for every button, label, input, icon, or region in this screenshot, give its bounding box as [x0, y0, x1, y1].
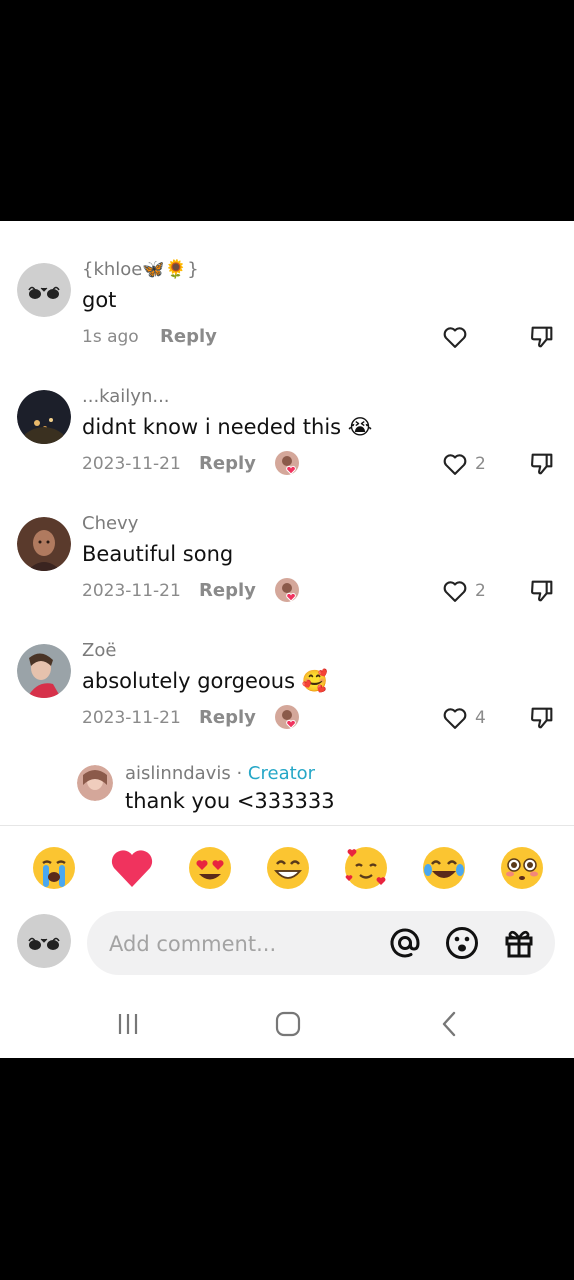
reply-button[interactable]: Reply — [199, 707, 256, 728]
heart-outline-icon — [443, 708, 467, 729]
emoji-heart-eyes-button[interactable] — [187, 845, 233, 891]
emoji-crying-button[interactable] — [31, 845, 77, 891]
comment-date: 1s ago — [82, 327, 139, 347]
comment-date: 2023-11-21 — [82, 708, 181, 728]
avatar[interactable] — [17, 644, 71, 698]
comment-username[interactable]: Chevy — [82, 513, 138, 534]
my-avatar[interactable] — [17, 914, 71, 968]
like-button[interactable] — [441, 323, 475, 351]
comment-text: absolutely gorgeous 🥰 — [82, 669, 328, 693]
separator-dot: · — [236, 763, 243, 784]
comment-input-container — [87, 911, 555, 975]
reply-button[interactable]: Reply — [160, 326, 217, 347]
mention-icon[interactable] — [387, 925, 423, 961]
recent-apps-icon[interactable] — [113, 1009, 143, 1039]
like-count: 2 — [475, 581, 486, 601]
thumbs-down-icon — [531, 580, 553, 602]
reply-button[interactable]: Reply — [199, 580, 256, 601]
avatar[interactable] — [17, 517, 71, 571]
like-button[interactable]: 2 — [441, 450, 486, 478]
dislike-button[interactable] — [528, 323, 556, 351]
like-button[interactable]: 4 — [441, 704, 486, 732]
emoji-smiling-hearts-button[interactable] — [343, 845, 389, 891]
creator-liked-icon — [274, 450, 300, 476]
back-icon[interactable] — [435, 1009, 465, 1039]
dislike-button[interactable] — [528, 577, 556, 605]
avatar[interactable] — [17, 390, 71, 444]
emoji-grin-button[interactable] — [265, 845, 311, 891]
emoji-heart-button[interactable] — [109, 845, 155, 891]
thumbs-down-icon — [531, 453, 553, 475]
comment-text: didnt know i needed this 😭 — [82, 415, 373, 439]
creator-liked-icon — [274, 577, 300, 603]
creator-username-line: aislinndavis · Creator — [125, 763, 315, 784]
emoji-flushed-button[interactable] — [499, 845, 545, 891]
reply-button[interactable]: Reply — [199, 453, 256, 474]
gift-icon[interactable] — [501, 925, 537, 961]
creator-reply-text: thank you <333333 — [125, 789, 335, 813]
emoji-tears-of-joy-button[interactable] — [421, 845, 467, 891]
comment-username[interactable]: {khloe🦋🌻} — [82, 259, 199, 280]
comment-text: Beautiful song — [82, 542, 234, 566]
creator-username[interactable]: aislinndavis — [125, 763, 231, 784]
comment-username[interactable]: ...kailyn... — [82, 386, 170, 407]
divider — [0, 825, 574, 826]
heart-outline-icon — [443, 327, 467, 348]
creator-avatar[interactable] — [77, 765, 113, 801]
creator-badge: Creator — [247, 763, 316, 784]
like-count: 4 — [475, 708, 486, 728]
comment-date: 2023-11-21 — [82, 454, 181, 474]
comment-date: 2023-11-21 — [82, 581, 181, 601]
dislike-button[interactable] — [528, 450, 556, 478]
heart-outline-icon — [443, 454, 467, 475]
home-icon[interactable] — [273, 1009, 303, 1039]
heart-outline-icon — [443, 581, 467, 602]
comments-panel: {khloe🦋🌻} got 1s ago Reply ...kailyn... … — [0, 221, 574, 1058]
comment-input[interactable] — [107, 925, 381, 963]
avatar[interactable] — [17, 263, 71, 317]
comment-username[interactable]: Zoë — [82, 640, 116, 661]
comment-text: got — [82, 288, 117, 312]
like-count: 2 — [475, 454, 486, 474]
creator-liked-icon — [274, 704, 300, 730]
dislike-button[interactable] — [528, 704, 556, 732]
comment-composer — [0, 911, 574, 977]
thumbs-down-icon — [531, 707, 553, 729]
quick-emoji-bar — [0, 839, 574, 899]
system-nav-bar — [0, 993, 574, 1053]
like-button[interactable]: 2 — [441, 577, 486, 605]
thumbs-down-icon — [531, 326, 553, 348]
emoji-icon[interactable] — [444, 925, 480, 961]
